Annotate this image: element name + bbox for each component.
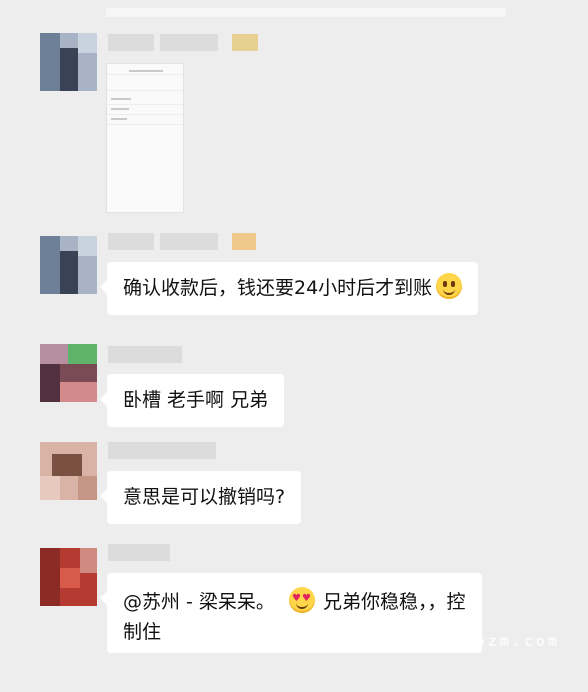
- message-bubble[interactable]: 意思是可以撤销吗?: [99, 471, 302, 524]
- heart-eyes-emoji-icon: ♥ ♥: [288, 587, 315, 613]
- message-bubble[interactable]: 确认收款后，钱还要24小时后才到账: [99, 262, 479, 315]
- top-divider: [106, 8, 506, 17]
- message-text: 意思是可以撤销吗?: [123, 486, 286, 508]
- smile-emoji-icon: [436, 273, 463, 299]
- mention-text: @苏州 - 梁呆呆。: [123, 591, 275, 613]
- avatar[interactable]: [40, 236, 97, 294]
- image-message[interactable]: [106, 63, 184, 213]
- avatar[interactable]: [40, 442, 97, 500]
- message-text: 兄弟你稳稳，，控: [322, 591, 466, 613]
- message-text: 确认收款后，钱还要24小时后才到账: [123, 277, 433, 299]
- avatar[interactable]: [40, 548, 97, 606]
- message-text-continued: 制住: [123, 621, 162, 643]
- avatar[interactable]: [40, 33, 97, 91]
- message-bubble[interactable]: 卧槽 老手啊 兄弟: [99, 374, 285, 427]
- message-text: 卧槽 老手啊 兄弟: [123, 389, 269, 411]
- avatar[interactable]: [40, 344, 97, 402]
- watermark: www.sxxdozm.com: [379, 632, 560, 650]
